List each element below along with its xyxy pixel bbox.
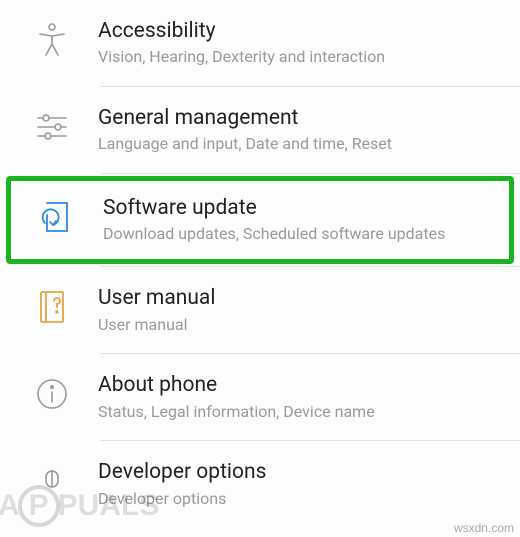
- settings-item-text: Accessibility Vision, Hearing, Dexterity…: [82, 18, 502, 68]
- settings-item-text: User manual User manual: [82, 285, 502, 335]
- settings-list: Accessibility Vision, Hearing, Dexterity…: [0, 0, 520, 528]
- item-title: About phone: [98, 372, 502, 399]
- settings-item-general-management[interactable]: General management Language and input, D…: [0, 87, 520, 173]
- accessibility-icon: [22, 18, 82, 58]
- item-subtitle: Download updates, Scheduled software upd…: [103, 224, 497, 245]
- user-manual-icon: [22, 285, 82, 325]
- item-title: Accessibility: [98, 18, 502, 45]
- general-management-icon: [22, 105, 82, 145]
- item-title: User manual: [98, 285, 502, 312]
- item-title: General management: [98, 105, 502, 132]
- item-subtitle: Status, Legal information, Device name: [98, 402, 502, 423]
- watermark-left: APPUALS: [0, 485, 159, 527]
- settings-item-accessibility[interactable]: Accessibility Vision, Hearing, Dexterity…: [0, 0, 520, 86]
- settings-item-software-update[interactable]: Software update Download updates, Schedu…: [6, 176, 514, 264]
- item-subtitle: User manual: [98, 315, 502, 336]
- settings-item-about-phone[interactable]: About phone Status, Legal information, D…: [0, 354, 520, 440]
- item-title: Software update: [103, 195, 497, 222]
- item-title: Developer options: [98, 459, 502, 486]
- watermark-right: wsxdn.com: [454, 521, 514, 535]
- divider: [100, 173, 520, 174]
- settings-item-text: About phone Status, Legal information, D…: [82, 372, 502, 422]
- settings-item-text: Software update Download updates, Schedu…: [87, 195, 497, 245]
- software-update-icon: [27, 195, 87, 235]
- settings-item-text: General management Language and input, D…: [82, 105, 502, 155]
- settings-item-user-manual[interactable]: User manual User manual: [0, 267, 520, 353]
- about-phone-icon: [22, 372, 82, 412]
- item-subtitle: Vision, Hearing, Dexterity and interacti…: [98, 47, 502, 68]
- item-subtitle: Language and input, Date and time, Reset: [98, 134, 502, 155]
